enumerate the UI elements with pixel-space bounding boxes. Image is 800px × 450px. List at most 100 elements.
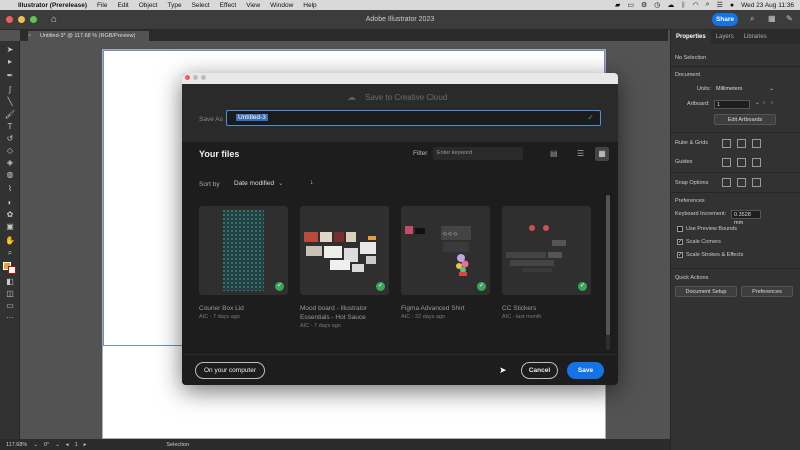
file-thumbnail[interactable]: ◇ ◇ ◇ ✓ [401,206,490,295]
rotation-dropdown-icon[interactable]: ⌄ [55,442,60,448]
search-icon[interactable]: ⌕ [706,1,710,9]
smart-guides-icon[interactable] [752,158,761,167]
menu-object[interactable]: Object [139,2,158,9]
siri-icon[interactable]: ● [730,2,734,9]
artboard-prev-icon[interactable]: ‹ [763,100,765,106]
menu-window[interactable]: Window [270,2,293,9]
file-thumbnail[interactable]: ✓ [502,206,591,295]
pixel-grid-icon[interactable] [752,139,761,148]
screen-icon[interactable]: ▭ [627,1,634,9]
zoom-dropdown-icon[interactable]: ⌄ [33,442,38,448]
preferences-button[interactable]: Preferences [741,286,793,297]
hand-tool-icon[interactable]: ✋ [4,236,16,246]
rotate-tool-icon[interactable]: ↺ [4,134,16,144]
artboard-select[interactable]: 1 [714,100,750,109]
draw-mode-icon[interactable]: ◫ [4,289,16,299]
home-icon[interactable]: ⌂ [51,14,57,25]
sort-direction-icon[interactable]: ↓ [310,179,314,186]
chevron-down-icon[interactable]: ⌄ [755,100,760,106]
edit-artboards-button[interactable]: Edit Artboards [714,114,776,125]
on-your-computer-button[interactable]: On your computer [195,362,266,379]
artboard-next-icon[interactable]: › [771,100,773,106]
more-tools-icon[interactable]: ··· [4,313,16,323]
line-tool-icon[interactable]: ╲ [4,97,16,107]
menu-effect[interactable]: Effect [220,2,237,9]
gear-icon[interactable]: ⚙ [641,1,647,9]
color-mode-icon[interactable]: ◧ [4,277,16,287]
file-card[interactable]: ✓ Courier Box Lid AIC - 7 days ago [199,206,288,320]
save-as-input[interactable]: Untitled-3 ✓ [226,110,601,126]
shape-builder-tool-icon[interactable]: ◍ [4,170,16,180]
artboard-tool-icon[interactable]: ▣ [4,222,16,232]
stroke-swatch[interactable] [8,266,16,274]
menu-view[interactable]: View [246,2,260,9]
warp-tool-icon[interactable]: ◈ [4,158,16,168]
wifi-icon[interactable]: ◠ [693,1,699,9]
scrollbar-thumb[interactable] [606,195,610,335]
workspace-icon[interactable]: ▦ [768,14,776,23]
file-card[interactable]: ✓ CC Stickers AIC - last month [502,206,591,320]
menu-help[interactable]: Help [303,2,316,9]
snap-to-pixel-icon[interactable] [752,178,761,187]
show-guides-icon[interactable] [722,158,731,167]
sort-select[interactable]: Date modified ⌄ [234,179,284,187]
flag-icon[interactable]: ▰ [615,1,620,9]
file-card[interactable]: ✓ Mood board - Illustrator Essentials - … [300,206,389,329]
type-tool-icon[interactable]: T [4,122,16,132]
cancel-button[interactable]: Cancel [521,362,558,379]
list-view-icon[interactable]: ☰ [577,149,584,158]
new-folder-icon[interactable]: ▤ [550,149,558,158]
filter-input[interactable]: Enter keyword [433,147,523,160]
menu-edit[interactable]: Edit [118,2,129,9]
search-icon[interactable]: ⌕ [750,14,754,24]
clock-icon[interactable]: ◷ [654,1,660,9]
lock-guides-icon[interactable] [737,158,746,167]
direct-selection-tool-icon[interactable]: ▸ [4,57,16,67]
menu-type[interactable]: Type [168,2,182,9]
dialog-close-button[interactable] [185,75,190,80]
eraser-tool-icon[interactable]: ◇ [4,146,16,156]
curvature-tool-icon[interactable]: ∫ [4,85,16,95]
menu-select[interactable]: Select [192,2,210,9]
tab-layers[interactable]: Layers [711,30,739,44]
use-preview-bounds-checkbox[interactable] [677,226,683,232]
control-center-icon[interactable]: ☰ [717,1,723,9]
file-card[interactable]: ◇ ◇ ◇ ✓ Figma Advanced Shirt AIC - 22 da… [401,206,490,320]
artboard-prev-icon[interactable]: ◂ [66,442,69,448]
zoom-level[interactable]: 117.68% [6,442,27,448]
cloud-icon[interactable]: ☁ [667,1,674,9]
file-thumbnail[interactable]: ✓ [199,206,288,295]
minimize-window-button[interactable] [18,16,25,23]
scale-strokes-effects-checkbox[interactable]: ✓ [677,252,683,258]
menubar-datetime[interactable]: Wed 23 Aug 11:36 [741,2,794,9]
zoom-window-button[interactable] [30,16,37,23]
close-window-button[interactable] [6,16,13,23]
menu-file[interactable]: File [97,2,107,9]
zoom-tool-icon[interactable]: ⌕ [4,248,16,258]
rulers-icon[interactable] [722,139,731,148]
files-scrollbar[interactable] [606,195,610,350]
screen-mode-icon[interactable]: ▭ [4,301,16,311]
blend-tool-icon[interactable]: ◐ [4,198,16,208]
bluetooth-icon[interactable]: ᛒ [681,2,685,9]
keyboard-increment-input[interactable]: 0.3528 mm [731,210,761,226]
share-button[interactable]: Share [712,13,738,26]
file-thumbnail[interactable]: ✓ [300,206,389,295]
eyedropper-tool-icon[interactable]: ⌇ [4,184,16,194]
pen-icon[interactable]: ✎ [786,14,793,23]
artboard-number[interactable]: 1 [75,442,78,448]
tab-properties[interactable]: Properties [671,30,711,44]
close-tab-icon[interactable]: × [28,33,31,39]
artboard-next-icon[interactable]: ▸ [84,442,87,448]
grid-view-icon[interactable]: ▦ [595,147,609,161]
document-tab[interactable]: × Untitled-3* @ 117.68 % (RGB/Preview) [28,31,150,41]
selection-tool-icon[interactable]: ➤ [4,45,16,55]
pen-tool-icon[interactable]: ✒ [4,71,16,81]
save-button[interactable]: Save [567,362,604,379]
snap-to-point-icon[interactable] [722,178,731,187]
tab-libraries[interactable]: Libraries [739,30,772,44]
units-select[interactable]: Millimeters ⌄ [714,85,776,94]
snap-to-grid-icon[interactable] [737,178,746,187]
paintbrush-tool-icon[interactable]: 🖌 [4,110,16,120]
grid-icon[interactable] [737,139,746,148]
